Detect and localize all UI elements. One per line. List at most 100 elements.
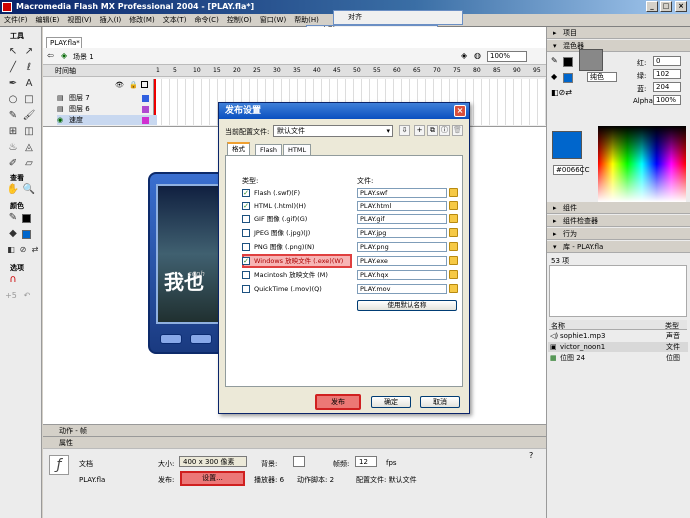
menu-file[interactable]: 文件(F) xyxy=(0,14,32,27)
browse-folder-icon[interactable] xyxy=(449,270,458,279)
eye-icon[interactable]: 👁 xyxy=(115,81,124,89)
eyedropper-tool-icon[interactable]: ✐ xyxy=(6,157,20,171)
checkbox-png[interactable] xyxy=(242,243,250,251)
back-arrow-icon[interactable]: ⇦ xyxy=(47,51,54,60)
browse-folder-icon[interactable] xyxy=(449,228,458,237)
hand-tool-icon[interactable]: ✋ xyxy=(6,183,20,197)
straighten-icon[interactable]: ↶ xyxy=(20,289,34,303)
alpha-input[interactable]: 100% xyxy=(653,95,681,105)
layer-row-speed[interactable]: ◉ 速度 xyxy=(57,115,157,125)
panel-header-components[interactable]: 组件 xyxy=(547,202,690,214)
browse-folder-icon[interactable] xyxy=(449,256,458,265)
menu-text[interactable]: 文本(T) xyxy=(159,14,191,27)
hex-color-input[interactable]: #0066CC xyxy=(553,165,589,175)
tab-html[interactable]: HTML xyxy=(283,144,312,155)
format-row-html[interactable]: ✓ HTML (.html)(H) xyxy=(242,201,350,211)
menu-window[interactable]: 窗口(W) xyxy=(256,14,290,27)
checkbox-mov[interactable] xyxy=(242,285,250,293)
cancel-button[interactable]: 取消 xyxy=(420,396,460,408)
checkbox-swf[interactable]: ✓ xyxy=(242,189,250,197)
brush-tool-icon[interactable]: 🖌 xyxy=(22,109,36,123)
document-tab[interactable]: PLAY.fla* xyxy=(46,37,82,48)
properties-panel-header[interactable]: 属性 xyxy=(43,436,546,448)
format-row-png[interactable]: PNG 图像 (.png)(N) xyxy=(242,242,350,252)
stage-player-graphic[interactable]: 我也 soph xyxy=(148,172,226,354)
panel-header-items[interactable]: 项目 xyxy=(547,27,690,39)
ink-bottle-tool-icon[interactable]: ♨ xyxy=(6,141,20,155)
dialog-close-button[interactable]: × xyxy=(454,105,466,117)
file-input-swf[interactable]: PLAY.swf xyxy=(357,188,447,198)
file-input-gif[interactable]: PLAY.gif xyxy=(357,214,447,224)
help-icon[interactable]: ? xyxy=(529,451,533,460)
snap-magnet-icon[interactable]: ∩ xyxy=(6,273,20,287)
rename-profile-icon[interactable]: ⓘ xyxy=(439,125,450,136)
edit-symbol-icon[interactable]: ◍ xyxy=(474,51,481,60)
fps-input[interactable]: 12 xyxy=(355,456,377,467)
browse-folder-icon[interactable] xyxy=(449,214,458,223)
add-profile-icon[interactable]: + xyxy=(414,125,425,136)
swap-colors-icon[interactable]: ⇄ xyxy=(28,243,42,257)
file-input-html[interactable]: PLAY.html xyxy=(357,201,447,211)
player-next-button[interactable] xyxy=(190,334,212,344)
text-tool-icon[interactable]: A xyxy=(22,77,36,91)
profile-select[interactable]: 默认文件 xyxy=(273,125,393,137)
outline-icon[interactable] xyxy=(141,81,148,88)
ok-button[interactable]: 确定 xyxy=(371,396,411,408)
format-row-mov[interactable]: QuickTime (.mov)(Q) xyxy=(242,284,350,294)
lasso-tool-icon[interactable]: ℓ xyxy=(22,61,36,75)
panel-header-library[interactable]: 库 - PLAY.fla xyxy=(547,241,690,253)
browse-folder-icon[interactable] xyxy=(449,188,458,197)
green-input[interactable]: 102 xyxy=(653,69,681,79)
close-window-button[interactable]: × xyxy=(675,1,687,12)
pen-tool-icon[interactable]: ✒ xyxy=(6,77,20,91)
stroke-color-swatch[interactable] xyxy=(22,214,31,223)
fill-type-select[interactable]: 纯色 xyxy=(587,72,617,82)
menu-modify[interactable]: 修改(M) xyxy=(125,14,159,27)
checkbox-jpg[interactable] xyxy=(242,229,250,237)
oval-tool-icon[interactable]: ○ xyxy=(6,93,20,107)
maximize-button[interactable]: □ xyxy=(660,1,672,12)
format-row-exe[interactable]: ✓ Windows 放映文件 (.exe)(W) xyxy=(242,256,350,266)
use-default-names-button[interactable]: 使用默认名称 xyxy=(357,300,457,311)
format-row-gif[interactable]: GIF 图像 (.gif)(G) xyxy=(242,214,350,224)
file-input-png[interactable]: PLAY.png xyxy=(357,242,447,252)
pencil-tool-icon[interactable]: ✎ xyxy=(6,109,20,123)
size-button[interactable]: 400 x 300 像素 xyxy=(179,456,247,467)
minimize-button[interactable]: _ xyxy=(646,1,658,12)
import-export-profile-icon[interactable]: ⇩ xyxy=(399,125,410,136)
checkbox-html[interactable]: ✓ xyxy=(242,202,250,210)
checkbox-exe[interactable]: ✓ xyxy=(242,257,250,265)
delete-profile-icon[interactable]: 🗑 xyxy=(452,125,463,136)
panel-header-behaviors[interactable]: 行为 xyxy=(547,228,690,240)
mixer-stroke-icon[interactable]: ✎ xyxy=(551,56,558,65)
edit-scene-icon[interactable]: ◈ xyxy=(461,51,467,60)
menu-view[interactable]: 视图(V) xyxy=(63,14,95,27)
subselect-tool-icon[interactable]: ↗ xyxy=(22,45,36,59)
eraser-tool-icon[interactable]: ▱ xyxy=(22,157,36,171)
library-item[interactable]: ◁) sophie1.mp3 声音 xyxy=(548,331,688,341)
align-panel-popup[interactable]: 对齐 xyxy=(333,10,463,25)
menu-edit[interactable]: 编辑(E) xyxy=(32,14,64,27)
fill-transform-tool-icon[interactable]: ◫ xyxy=(22,125,36,139)
duplicate-profile-icon[interactable]: ⧉ xyxy=(427,125,438,136)
mixer-fill-swatch[interactable] xyxy=(563,73,573,83)
file-input-exe[interactable]: PLAY.exe xyxy=(357,256,447,266)
library-col-name[interactable]: 名称 xyxy=(551,321,565,331)
menu-control[interactable]: 控制(O) xyxy=(223,14,256,27)
lock-icon[interactable]: 🔒 xyxy=(129,81,138,89)
browse-folder-icon[interactable] xyxy=(449,242,458,251)
zoom-select[interactable]: 100% xyxy=(487,51,527,62)
menu-commands[interactable]: 命令(C) xyxy=(190,14,222,27)
background-color-swatch[interactable] xyxy=(293,456,305,467)
color-spectrum-picker[interactable] xyxy=(598,126,686,202)
line-tool-icon[interactable]: ╱ xyxy=(6,61,20,75)
menu-insert[interactable]: 插入(I) xyxy=(96,14,126,27)
layer-row-6[interactable]: ▤ 图层 6 xyxy=(57,104,157,114)
mixer-default-colors-icon[interactable]: ◧⊘⇄ xyxy=(551,88,572,97)
rectangle-tool-icon[interactable]: □ xyxy=(22,93,36,107)
fill-color-icon[interactable]: ◆ xyxy=(6,227,20,241)
library-item[interactable]: ▦ 位图 24 位图 xyxy=(548,353,688,363)
player-play-button[interactable] xyxy=(160,334,182,344)
format-row-jpg[interactable]: JPEG 图像 (.jpg)(J) xyxy=(242,228,350,238)
panel-header-color-mixer[interactable]: 混色器 xyxy=(547,40,690,52)
